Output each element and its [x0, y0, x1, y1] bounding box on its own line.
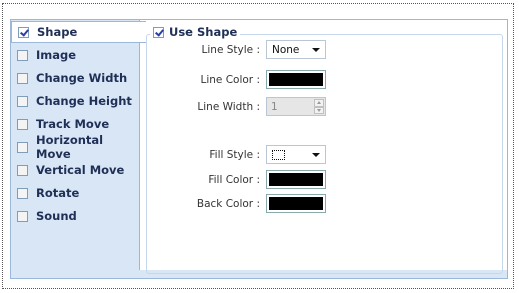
line-width-label: Line Width : [197, 101, 260, 113]
stepper-up-icon[interactable] [314, 99, 324, 107]
back-color-swatch [269, 197, 323, 210]
track-move-checkbox[interactable] [17, 118, 28, 130]
sound-checkbox[interactable] [17, 210, 28, 222]
property-item-sound[interactable]: Sound [11, 205, 139, 227]
fill-color-picker[interactable] [266, 170, 326, 189]
line-width-value: 1 [271, 100, 278, 113]
dotted-rectangle-icon [272, 149, 285, 160]
use-shape-checkbox[interactable] [153, 26, 164, 38]
rotate-checkbox[interactable] [17, 187, 28, 199]
fill-style-label: Fill Style : [209, 149, 260, 161]
use-shape-label: Use Shape [169, 25, 238, 39]
property-item-change-height[interactable]: Change Height [11, 90, 139, 112]
back-color-label: Back Color : [196, 198, 260, 210]
property-list: Shape Image Change Width Change Height T… [11, 20, 146, 278]
property-item-shape[interactable]: Shape [11, 21, 146, 43]
line-style-dropdown[interactable]: None [266, 40, 326, 59]
property-item-horizontal-move[interactable]: Horizontal Move [11, 133, 139, 161]
shape-checkbox[interactable] [18, 26, 29, 38]
use-shape-toggle[interactable]: Use Shape [150, 24, 241, 40]
fill-style-dropdown[interactable] [266, 145, 326, 164]
fill-color-swatch [269, 173, 323, 186]
line-color-picker[interactable] [266, 70, 326, 89]
fill-color-label: Fill Color : [208, 174, 260, 186]
property-label: Shape [37, 25, 78, 39]
line-color-swatch [269, 73, 323, 86]
chevron-down-icon [312, 48, 320, 52]
back-color-picker[interactable] [266, 194, 326, 213]
change-height-checkbox[interactable] [17, 95, 28, 107]
property-label: Change Height [36, 94, 132, 108]
chevron-down-icon [312, 153, 320, 157]
line-style-label: Line Style : [201, 44, 260, 56]
property-label: Track Move [36, 117, 110, 131]
property-label: Vertical Move [36, 163, 125, 177]
property-item-change-width[interactable]: Change Width [11, 67, 139, 89]
horizontal-move-checkbox[interactable] [17, 141, 28, 153]
property-item-image[interactable]: Image [11, 44, 139, 66]
property-item-track-move[interactable]: Track Move [11, 113, 139, 135]
image-checkbox[interactable] [17, 49, 28, 61]
property-item-rotate[interactable]: Rotate [11, 182, 139, 204]
stepper-down-icon[interactable] [314, 106, 324, 114]
change-width-checkbox[interactable] [17, 72, 28, 84]
property-label: Horizontal Move [36, 133, 104, 161]
line-width-stepper[interactable]: 1 [266, 97, 326, 116]
property-label: Sound [36, 209, 77, 223]
property-item-vertical-move[interactable]: Vertical Move [11, 159, 139, 181]
vertical-move-checkbox[interactable] [17, 164, 28, 176]
property-label: Image [36, 48, 77, 62]
property-label: Change Width [36, 71, 128, 85]
property-label: Rotate [36, 186, 80, 200]
line-style-value: None [272, 43, 300, 56]
line-color-label: Line Color : [200, 74, 260, 86]
